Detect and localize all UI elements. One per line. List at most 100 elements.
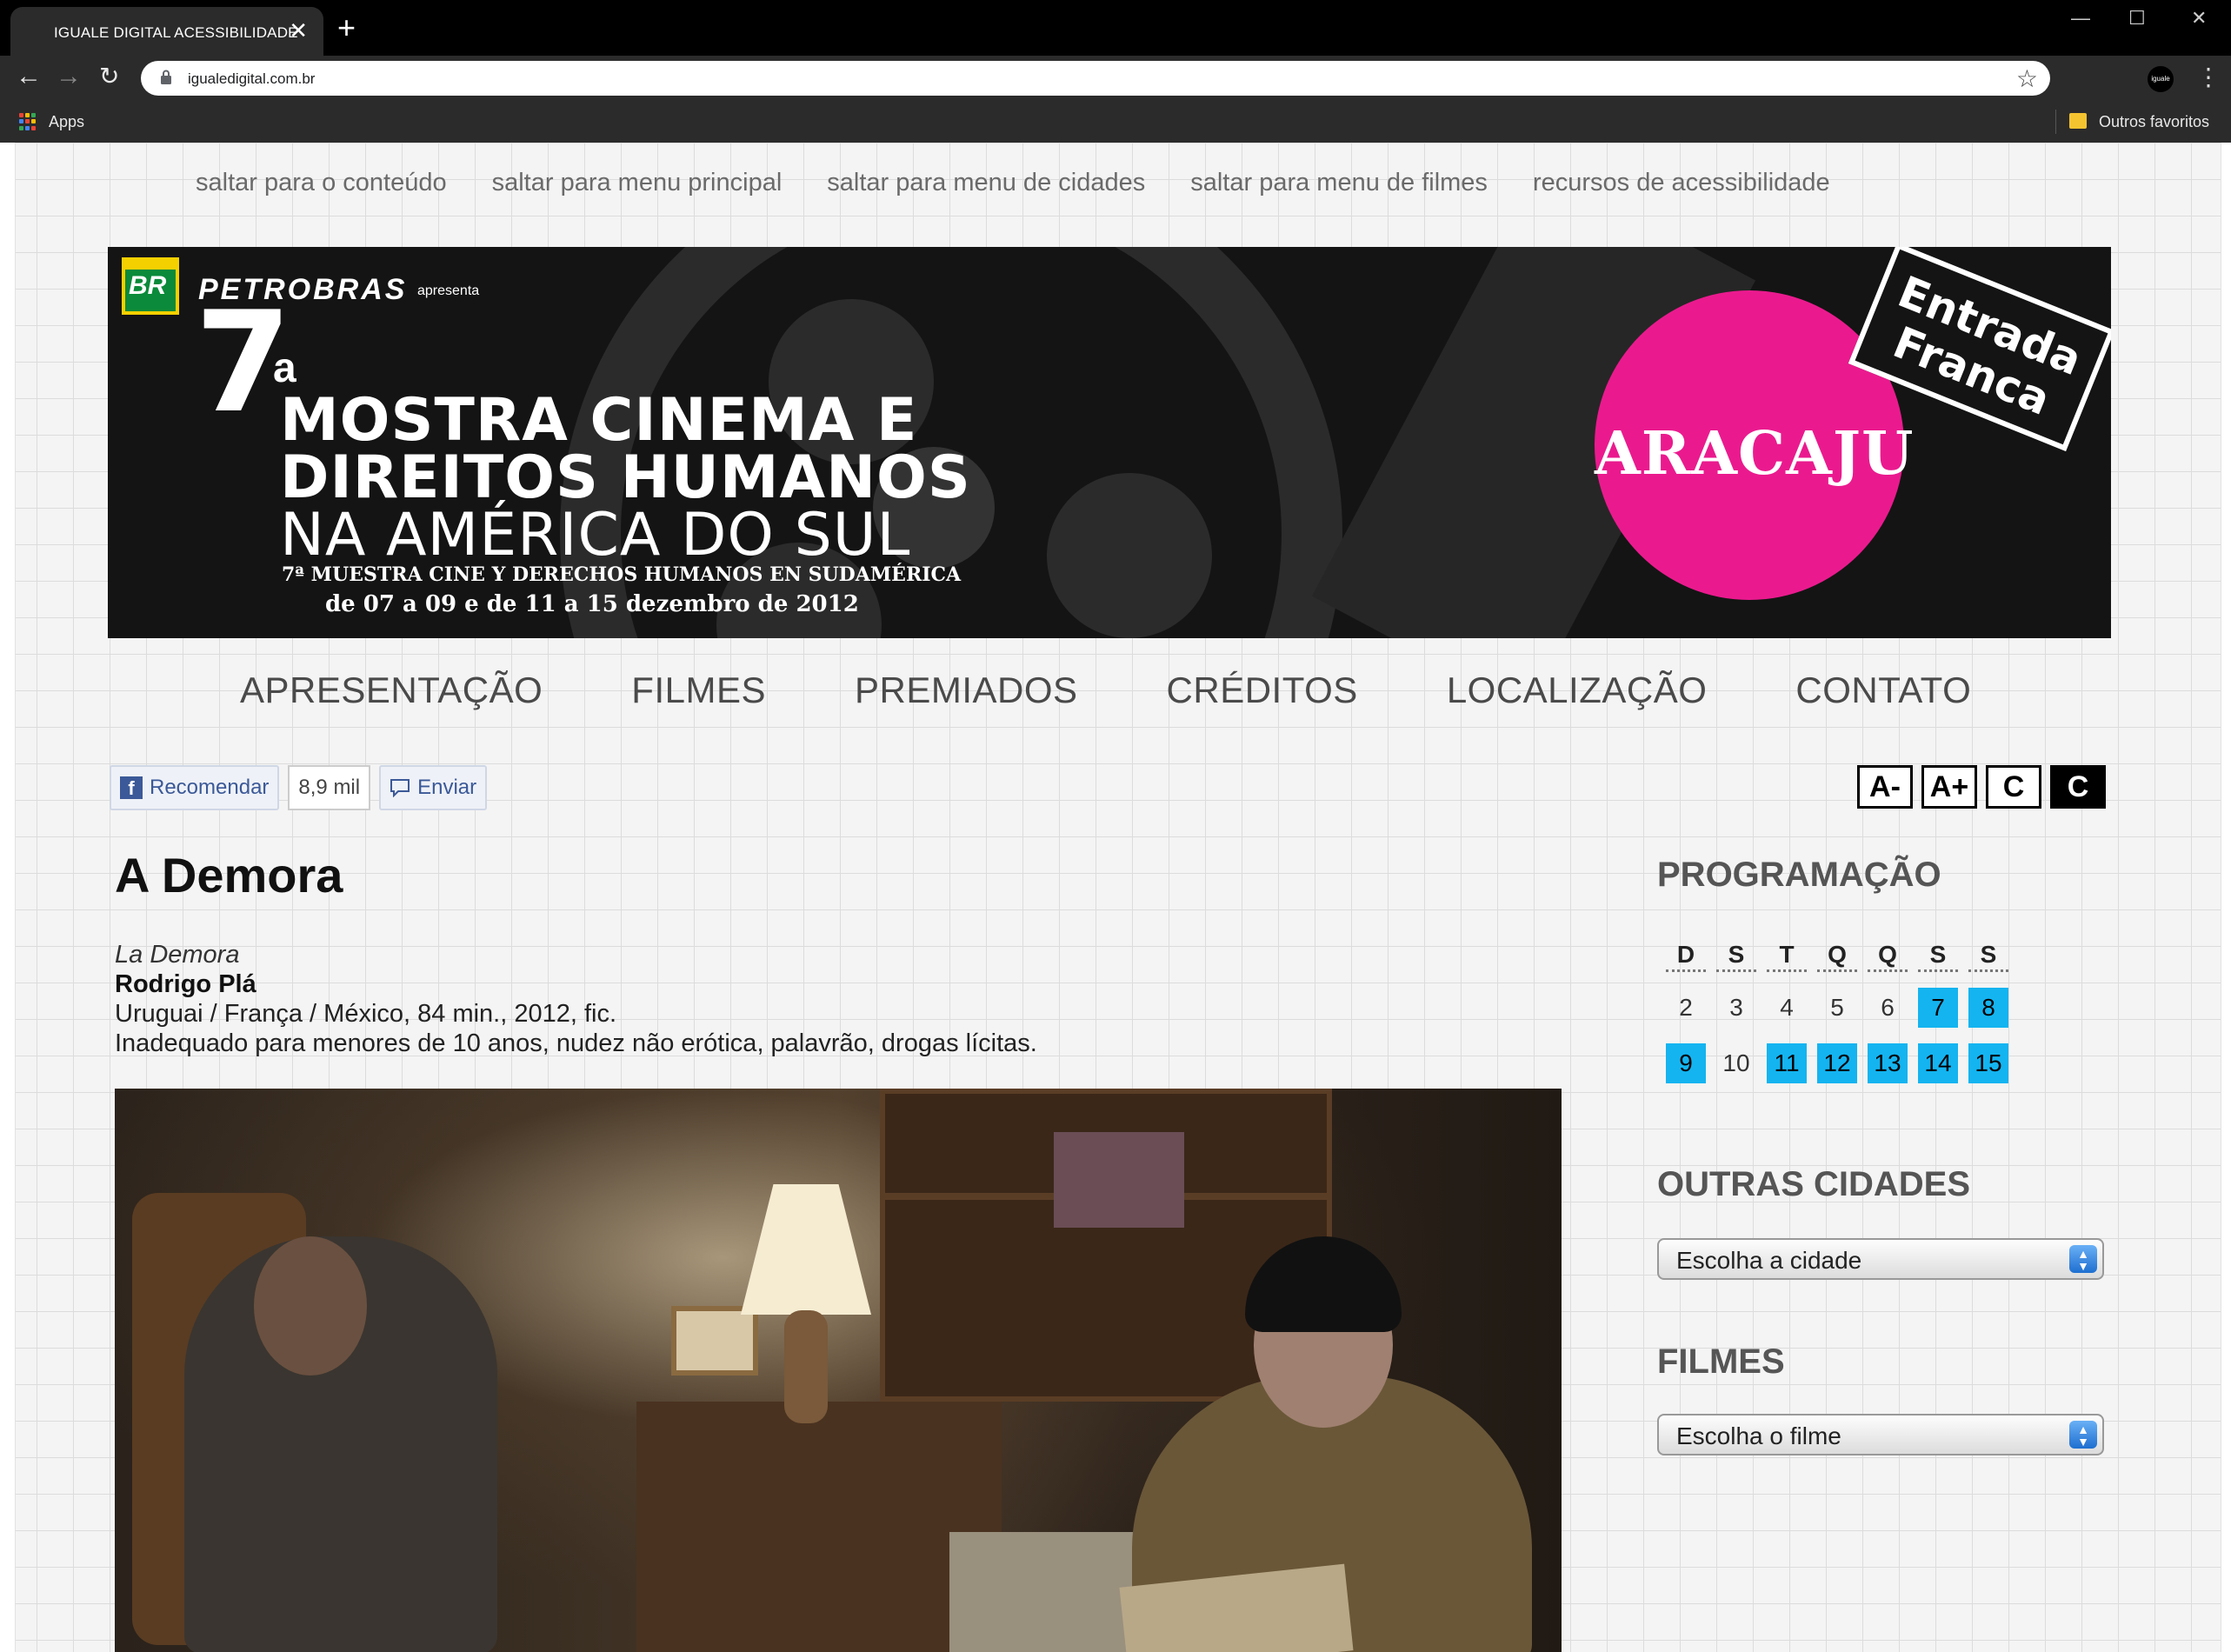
film-select[interactable]: Escolha o filme ▲ ▼ xyxy=(1657,1414,2104,1455)
weekday-label: Q xyxy=(1868,939,1908,972)
select-arrows-icon: ▲ ▼ xyxy=(2069,1421,2097,1449)
apps-grid-icon[interactable] xyxy=(19,113,37,130)
main-navigation: APRESENTAÇÃO FILMES PREMIADOS CRÉDITOS L… xyxy=(240,669,1971,711)
weekday-label: D xyxy=(1666,939,1706,972)
weekday-label: S xyxy=(1968,939,2008,972)
calendar-day: 2 xyxy=(1679,994,1693,1021)
minimize-icon[interactable]: — xyxy=(2071,7,2090,30)
social-buttons: f Recomendar 8,9 mil Enviar xyxy=(110,765,488,810)
calendar-day-screening[interactable]: 14 xyxy=(1918,1043,1958,1083)
skip-to-cities-menu-link[interactable]: saltar para menu de cidades xyxy=(827,169,1145,197)
films-heading: FILMES xyxy=(1657,1342,1785,1381)
accessibility-controls: A- A+ C C xyxy=(1857,765,2106,809)
forward-arrow-icon[interactable]: → xyxy=(56,61,82,92)
calendar-day-screening[interactable]: 7 xyxy=(1918,988,1958,1028)
age-rating: Inadequado para menores de 10 anos, nude… xyxy=(115,1029,1037,1057)
festival-dates: de 07 a 09 e de 11 a 15 dezembro de 2012 xyxy=(325,591,859,617)
bookmarks-bar: Apps Outros favoritos xyxy=(0,101,2231,143)
side-table xyxy=(636,1402,1002,1652)
city-badge: ARACAJU xyxy=(1595,290,1913,600)
calendar-day: 5 xyxy=(1830,994,1844,1021)
high-contrast-button[interactable]: C xyxy=(2050,765,2106,809)
calendar-days: 2 3 4 5 6 7 8 9 10 11 12 13 14 15 xyxy=(1666,988,2073,1083)
petrobras-logo: BR xyxy=(122,257,179,315)
address-bar[interactable]: igualedigital.com.br ☆ xyxy=(141,61,2050,96)
presents-text: apresenta xyxy=(417,283,480,298)
br-logo-text: BR xyxy=(129,271,167,300)
speech-bubble-icon xyxy=(390,779,410,797)
calendar-day-screening[interactable]: 12 xyxy=(1817,1043,1857,1083)
calendar-week: 9 10 11 12 13 14 15 xyxy=(1666,1043,2073,1083)
programacao-heading: PROGRAMAÇÃO xyxy=(1657,856,1941,894)
maximize-icon[interactable]: ☐ xyxy=(2128,7,2146,30)
film-select-value: Escolha o filme xyxy=(1676,1422,1841,1449)
original-title: La Demora xyxy=(115,941,240,969)
skip-to-content-link[interactable]: saltar para o conteúdo xyxy=(196,169,447,197)
calendar-day-screening[interactable]: 15 xyxy=(1968,1043,2008,1083)
calendar-day: 6 xyxy=(1881,994,1895,1021)
nav-creditos[interactable]: CRÉDITOS xyxy=(1167,669,1358,711)
send-label: Enviar xyxy=(417,776,477,799)
weekday-label: Q xyxy=(1817,939,1857,972)
skip-to-films-menu-link[interactable]: saltar para menu de filmes xyxy=(1190,169,1488,197)
banner-title-line-2: DIREITOS HUMANOS xyxy=(280,443,971,512)
close-tab-icon[interactable]: ✕ xyxy=(289,19,308,42)
weekday-label: S xyxy=(1918,939,1958,972)
facebook-icon: f xyxy=(120,776,143,799)
increase-font-button[interactable]: A+ xyxy=(1921,765,1977,809)
web-page: saltar para o conteúdo saltar para menu … xyxy=(0,143,2231,1652)
new-tab-button[interactable]: + xyxy=(337,12,356,43)
url-text: igualedigital.com.br xyxy=(188,70,316,87)
profile-avatar[interactable]: iguale xyxy=(2148,66,2174,92)
apps-bookmark[interactable]: Apps xyxy=(49,113,84,131)
accessibility-resources-link[interactable]: recursos de acessibilidade xyxy=(1533,169,1830,197)
bookmarks-divider xyxy=(2055,110,2056,134)
menu-kebab-icon[interactable]: ⋮ xyxy=(2196,63,2221,92)
tab-bar: IGUALE DIGITAL ACESSIBILIDADE ✕ + — ☐ ✕ xyxy=(0,0,2231,56)
weekday-label: S xyxy=(1716,939,1756,972)
reload-icon[interactable]: ↻ xyxy=(99,61,119,92)
calendar-day: 3 xyxy=(1729,994,1743,1021)
lock-icon xyxy=(161,70,171,84)
nav-filmes[interactable]: FILMES xyxy=(631,669,766,711)
calendar-day: 10 xyxy=(1722,1049,1750,1076)
recommend-count: 8,9 mil xyxy=(288,765,371,810)
nav-localizacao[interactable]: LOCALIZAÇÃO xyxy=(1447,669,1708,711)
photo-frame xyxy=(671,1306,758,1376)
schedule-calendar: DSTQQSS 2 3 4 5 6 7 8 9 10 11 12 13 14 15 xyxy=(1666,939,2073,1099)
woman-head xyxy=(254,1236,367,1376)
close-window-icon[interactable]: ✕ xyxy=(2191,7,2207,30)
folder-icon xyxy=(2069,113,2087,129)
city-select-value: Escolha a cidade xyxy=(1676,1247,1862,1274)
decrease-font-button[interactable]: A- xyxy=(1857,765,1913,809)
other-bookmarks[interactable]: Outros favoritos xyxy=(2099,113,2209,131)
browser-tab[interactable]: IGUALE DIGITAL ACESSIBILIDADE ✕ xyxy=(10,7,323,56)
nav-apresentacao[interactable]: APRESENTAÇÃO xyxy=(240,669,543,711)
normal-contrast-button[interactable]: C xyxy=(1986,765,2041,809)
skip-to-main-menu-link[interactable]: saltar para menu principal xyxy=(492,169,783,197)
page-border-right xyxy=(2221,143,2231,1652)
tv-set xyxy=(1054,1132,1184,1228)
banner-title-line-1: MOSTRA CINEMA E xyxy=(280,386,918,455)
browser-toolbar: ← → ↻ igualedigital.com.br ☆ iguale ⋮ xyxy=(0,56,2231,101)
city-select[interactable]: Escolha a cidade ▲ ▼ xyxy=(1657,1238,2104,1280)
facebook-recommend-button[interactable]: f Recomendar xyxy=(110,765,280,810)
calendar-day-screening[interactable]: 8 xyxy=(1968,988,2008,1028)
film-title: A Demora xyxy=(115,848,343,903)
calendar-week: 2 3 4 5 678 xyxy=(1666,988,2073,1028)
director: Rodrigo Plá xyxy=(115,970,256,998)
film-info: Uruguai / França / México, 84 min., 2012… xyxy=(115,1000,617,1028)
other-cities-heading: OUTRAS CIDADES xyxy=(1657,1165,1971,1203)
nav-contato[interactable]: CONTATO xyxy=(1795,669,1971,711)
back-arrow-icon[interactable]: ← xyxy=(16,61,42,92)
calendar-day-screening[interactable]: 9 xyxy=(1666,1043,1706,1083)
skip-links: saltar para o conteúdo saltar para menu … xyxy=(196,169,1830,197)
calendar-day: 4 xyxy=(1780,994,1794,1021)
calendar-day-screening[interactable]: 13 xyxy=(1868,1043,1908,1083)
reel-hole xyxy=(1047,473,1212,638)
page-border-left xyxy=(0,143,16,1652)
bookmark-star-icon[interactable]: ☆ xyxy=(2016,64,2038,93)
send-button[interactable]: Enviar xyxy=(379,765,488,810)
calendar-day-screening[interactable]: 11 xyxy=(1767,1043,1807,1083)
nav-premiados[interactable]: PREMIADOS xyxy=(855,669,1078,711)
